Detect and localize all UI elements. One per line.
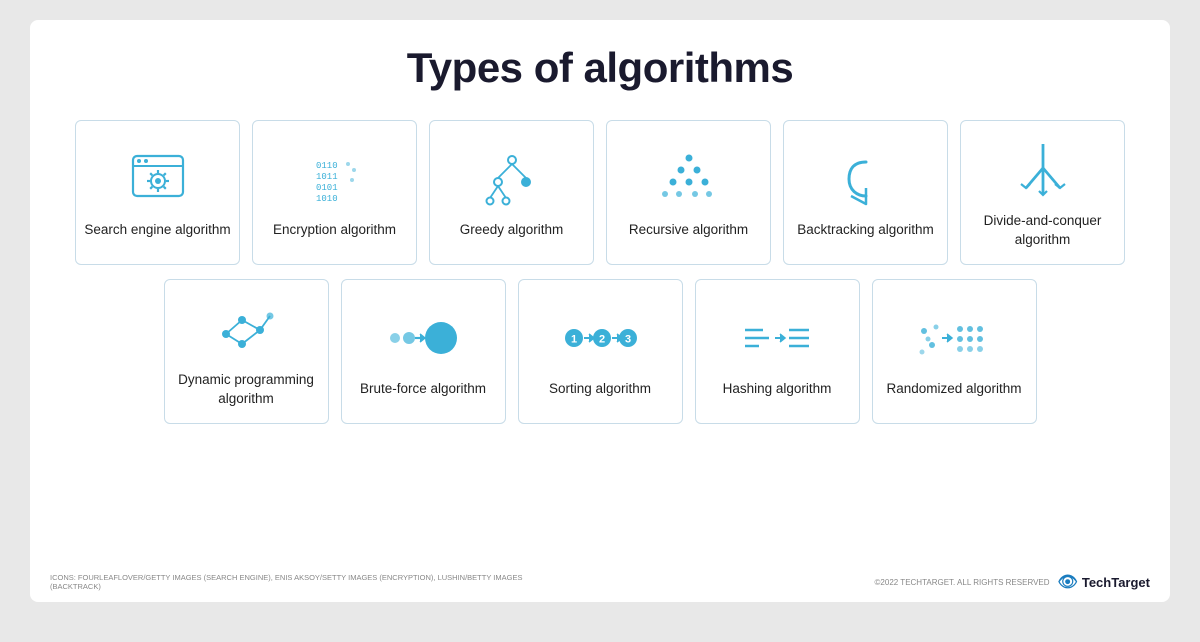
svg-text:1010: 1010 bbox=[316, 194, 338, 204]
hashing-icon bbox=[745, 306, 809, 370]
svg-text:0101: 0101 bbox=[316, 183, 338, 193]
svg-text:0110: 0110 bbox=[316, 161, 338, 171]
brand-name: TechTarget bbox=[1082, 575, 1150, 590]
card-label-greedy: Greedy algorithm bbox=[460, 221, 564, 239]
card-label-randomized: Randomized algorithm bbox=[886, 380, 1021, 398]
card-label-dynamic: Dynamic programming algorithm bbox=[173, 371, 320, 407]
footer-credits: ICONS: FOURLEAFLOVER/GETTY IMAGES (SEARC… bbox=[50, 573, 550, 591]
randomized-icon bbox=[922, 306, 986, 370]
page-title: Types of algorithms bbox=[60, 44, 1140, 92]
card-label-recursive: Recursive algorithm bbox=[629, 221, 748, 239]
card-label-sorting: Sorting algorithm bbox=[549, 380, 651, 398]
card-sorting: 1 2 3 Sorting algorithm bbox=[518, 279, 683, 424]
card-label-encryption: Encryption algorithm bbox=[273, 221, 396, 239]
brand-logo: 👁 TechTarget bbox=[1058, 572, 1150, 592]
card-dynamic: Dynamic programming algorithm bbox=[164, 279, 329, 424]
svg-text:1: 1 bbox=[571, 334, 577, 346]
backtracking-icon bbox=[834, 147, 898, 211]
brand-eye-icon: 👁 bbox=[1058, 572, 1078, 592]
row-1: Search engine algorithm 0110 1011 0101 1… bbox=[60, 120, 1140, 265]
card-backtracking: Backtracking algorithm bbox=[783, 120, 948, 265]
card-randomized: Randomized algorithm bbox=[872, 279, 1037, 424]
brute-force-icon bbox=[391, 306, 455, 370]
card-search-engine: Search engine algorithm bbox=[75, 120, 240, 265]
greedy-icon bbox=[480, 147, 544, 211]
card-label-divide-conquer: Divide-and-conquer algorithm bbox=[969, 212, 1116, 248]
recursive-icon bbox=[657, 147, 721, 211]
main-card: Types of algorithms bbox=[30, 20, 1170, 602]
card-divide-conquer: Divide-and-conquer algorithm bbox=[960, 120, 1125, 265]
card-label-backtracking: Backtracking algorithm bbox=[797, 221, 934, 239]
card-label-search-engine: Search engine algorithm bbox=[84, 221, 230, 239]
card-label-hashing: Hashing algorithm bbox=[723, 380, 832, 398]
search-engine-icon bbox=[126, 147, 190, 211]
card-recursive: Recursive algorithm bbox=[606, 120, 771, 265]
card-label-brute-force: Brute-force algorithm bbox=[360, 380, 486, 398]
card-hashing: Hashing algorithm bbox=[695, 279, 860, 424]
footer: ICONS: FOURLEAFLOVER/GETTY IMAGES (SEARC… bbox=[50, 572, 1150, 592]
footer-right: ©2022 TECHTARGET. ALL RIGHTS RESERVED 👁 … bbox=[875, 572, 1150, 592]
sorting-icon: 1 2 3 bbox=[568, 306, 632, 370]
row-2: Dynamic programming algorithm Brute-forc… bbox=[60, 279, 1140, 424]
card-greedy: Greedy algorithm bbox=[429, 120, 594, 265]
divide-conquer-icon bbox=[1011, 138, 1075, 202]
card-brute-force: Brute-force algorithm bbox=[341, 279, 506, 424]
card-encryption: 0110 1011 0101 1010 Encryption algorithm bbox=[252, 120, 417, 265]
dynamic-icon bbox=[214, 297, 278, 361]
footer-copyright: ©2022 TECHTARGET. ALL RIGHTS RESERVED bbox=[875, 578, 1050, 587]
svg-text:1011: 1011 bbox=[316, 172, 338, 182]
svg-text:3: 3 bbox=[625, 334, 631, 346]
svg-text:2: 2 bbox=[599, 334, 605, 346]
encryption-icon: 0110 1011 0101 1010 bbox=[303, 147, 367, 211]
